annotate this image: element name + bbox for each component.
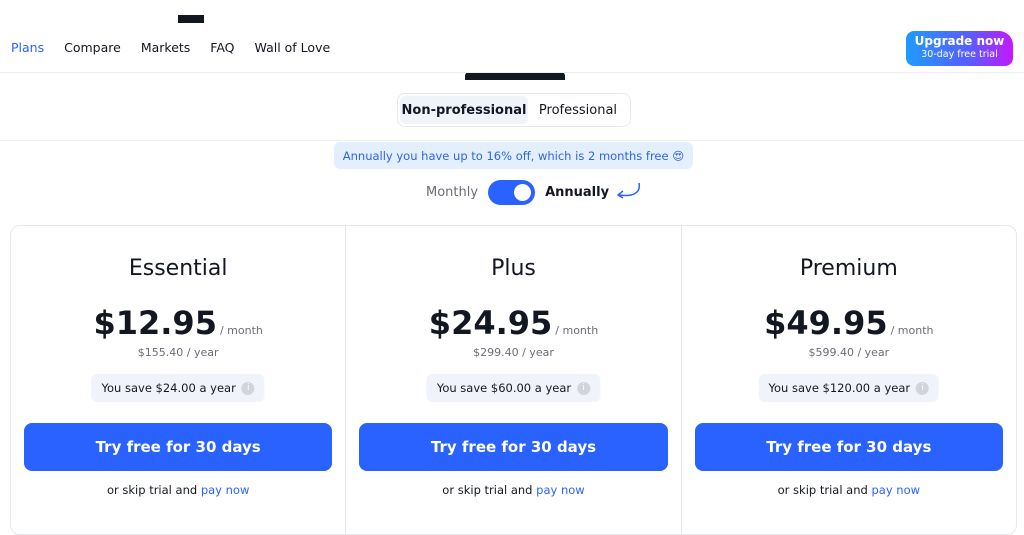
heart-eyes-emoji-icon: 😍 xyxy=(672,148,685,163)
savings-text: You save $120.00 a year xyxy=(768,381,911,395)
pay-now-link[interactable]: pay now xyxy=(536,483,585,497)
price-unit: / month xyxy=(555,324,599,337)
try-free-button[interactable]: Try free for 30 days xyxy=(359,423,668,471)
nav-plans[interactable]: Plans xyxy=(11,40,44,55)
price-unit: / month xyxy=(890,324,934,337)
skip-text: or skip trial and xyxy=(442,483,533,497)
nav-faq[interactable]: FAQ xyxy=(210,40,234,55)
info-icon[interactable]: i xyxy=(241,381,255,395)
pay-now-link[interactable]: pay now xyxy=(201,483,250,497)
upgrade-button[interactable]: Upgrade now 30-day free trial xyxy=(906,31,1013,66)
tab-non-professional[interactable]: Non-professional xyxy=(400,96,528,124)
plan-name: Essential xyxy=(128,256,228,281)
plan-card-premium: Premium $49.95/ month $599.40 / year You… xyxy=(680,226,1016,534)
nav-markets[interactable]: Markets xyxy=(141,40,190,55)
divider xyxy=(0,140,1024,141)
plan-name: Plus xyxy=(491,256,536,281)
plan-price: $24.95 xyxy=(428,304,553,342)
nav-compare[interactable]: Compare xyxy=(64,40,121,55)
billing-toggle-row: Monthly Annually xyxy=(426,180,647,205)
plan-name: Premium xyxy=(799,256,898,281)
tab-professional[interactable]: Professional xyxy=(528,96,628,124)
savings-badge: You save $60.00 a year i xyxy=(426,374,601,402)
discount-banner: Annually you have up to 16% off, which i… xyxy=(334,142,693,169)
plan-card-plus: Plus $24.95/ month $299.40 / year You sa… xyxy=(345,226,680,534)
savings-badge: You save $24.00 a year i xyxy=(91,374,265,402)
savings-badge: You save $120.00 a year i xyxy=(758,374,940,402)
price-unit: / month xyxy=(219,324,263,337)
savings-text: You save $60.00 a year xyxy=(436,381,572,395)
billing-toggle[interactable] xyxy=(488,180,536,205)
user-type-segment: Non-professional Professional xyxy=(397,93,631,127)
plan-price: $49.95 xyxy=(764,304,888,342)
try-free-button[interactable]: Try free for 30 days xyxy=(694,423,1003,471)
skip-text: or skip trial and xyxy=(106,483,198,497)
pay-now-link[interactable]: pay now xyxy=(871,483,920,497)
nav-wall-of-love[interactable]: Wall of Love xyxy=(255,40,331,55)
info-icon[interactable]: i xyxy=(916,381,930,395)
top-nav: Plans Compare Markets FAQ Wall of Love U… xyxy=(0,0,1024,73)
curved-arrow-icon xyxy=(616,182,641,199)
banner-text: Annually you have up to 16% off, which i… xyxy=(342,148,669,163)
yearly-price: $299.40 / year xyxy=(473,346,554,359)
try-free-button[interactable]: Try free for 30 days xyxy=(24,423,333,471)
annually-label[interactable]: Annually xyxy=(545,185,609,200)
info-icon[interactable]: i xyxy=(577,381,591,395)
plan-price: $12.95 xyxy=(93,304,217,342)
skip-text: or skip trial and xyxy=(777,483,868,497)
yearly-price: $155.40 / year xyxy=(137,346,219,359)
yearly-price: $599.40 / year xyxy=(808,346,890,359)
monthly-label[interactable]: Monthly xyxy=(426,185,478,200)
plan-card-essential: Essential $12.95/ month $155.40 / year Y… xyxy=(11,226,345,534)
savings-text: You save $24.00 a year xyxy=(101,381,236,395)
upgrade-subtitle: 30-day free trial xyxy=(921,49,998,60)
plan-cards: Essential $12.95/ month $155.40 / year Y… xyxy=(10,225,1017,535)
hero-heading-fragment xyxy=(465,72,565,80)
upgrade-title: Upgrade now xyxy=(914,34,1005,48)
